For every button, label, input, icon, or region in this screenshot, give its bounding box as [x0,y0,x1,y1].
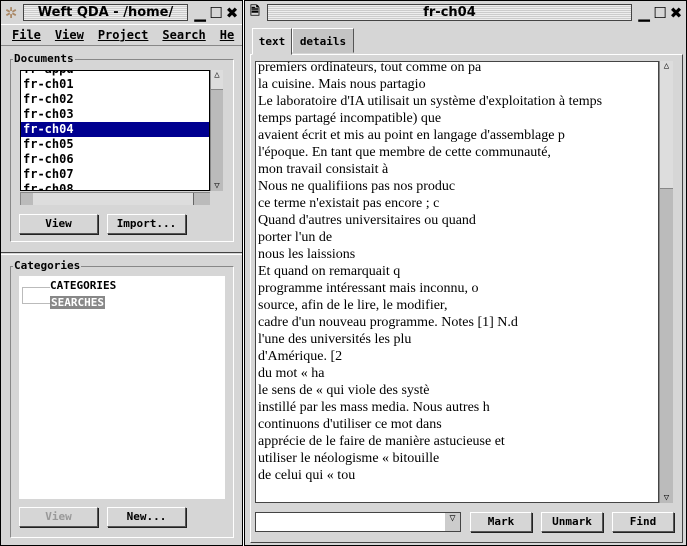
menu-view[interactable]: View [55,28,84,42]
text-line: mon travail consistait à [258,162,389,177]
text-line: porter l'un de [258,230,333,245]
document-item[interactable]: fr-ch03 [21,107,209,122]
maximize-icon[interactable]: ☐ [208,4,224,22]
view-category-button[interactable]: View [19,507,98,527]
tree-lines [22,287,50,304]
title-bar[interactable]: 🗎 fr-ch04 ▁ ☐ ✖ [245,1,686,24]
text-line: le sens de « qui viole des systè [258,383,430,398]
text-line: la cuisine. Mais nous partagio [258,77,426,92]
document-item[interactable]: fr-ch02 [21,92,209,107]
window-title: fr-ch04 [267,4,632,21]
find-button[interactable]: Find [612,512,674,532]
dropdown-arrow-icon[interactable]: ▽ [445,513,460,531]
document-item[interactable]: fr-ch05 [21,137,209,152]
menu-project[interactable]: Project [98,28,149,42]
text-line: instillé par les mass media. Nous autres… [258,400,490,415]
categories-tree[interactable]: CATEGORIES SEARCHES [19,276,225,499]
mark-button[interactable]: Mark [470,512,532,532]
document-item[interactable]: fr-appd [21,71,209,77]
text-line: continuons d'utiliser ce mot dans [258,417,442,432]
text-line: d'Amérique. [2 [258,349,343,364]
text-line: ce terme n'existait pas encore ; c [258,196,440,211]
app-icon[interactable]: ✲ [3,4,19,22]
text-line: nous les laissions [258,247,356,262]
maximize-icon[interactable]: ☐ [652,4,668,22]
tab-text[interactable]: text [252,28,292,55]
categories-label: Categories [13,259,82,272]
tree-item-categories[interactable]: CATEGORIES [50,279,116,292]
tab-details[interactable]: details [292,28,354,53]
right-window: 🗎 fr-ch04 ▁ ☐ ✖ text details premiers or… [244,0,687,546]
document-item[interactable]: fr-ch01 [21,77,209,92]
tree-item-searches[interactable]: SEARCHES [50,296,105,309]
text-line: temps partagé incompatible) que [258,111,442,126]
text-line: Et quand on remarquait q [258,264,401,279]
document-item[interactable]: fr-ch07 [21,167,209,182]
close-icon[interactable]: ✖ [668,4,684,22]
left-window: ✲ Weft QDA - /home/ ▁ ☐ ✖ File View Projec… [0,0,243,546]
menu-help[interactable]: He [220,28,234,42]
minimize-icon[interactable]: ▁ [636,4,652,22]
text-line: Nous ne qualifiions pas nos produc [258,179,456,194]
text-line: Quand d'autres universitaires ou quand [258,213,476,228]
text-line: apprécie de le faire de manière astucieu… [258,434,505,449]
text-line: Le laboratoire d'IA utilisait un système… [258,94,603,109]
text-line: premiers ordinateurs, tout comme on pa [258,61,482,75]
unmark-button[interactable]: Unmark [541,512,603,532]
text-line: du mot « ha [258,366,325,381]
new-category-button[interactable]: New... [107,507,186,527]
document-item[interactable]: fr-ch08 [21,182,209,190]
text-line: utiliser le néologisme « bitouille [258,451,440,466]
document-text[interactable]: premiers ordinateurs, tout comme on pa la… [255,61,659,503]
document-item[interactable]: fr-ch06 [21,152,209,167]
import-button[interactable]: Import... [107,214,186,234]
pane-divider[interactable] [1,252,242,255]
menu-file[interactable]: File [12,28,41,42]
documents-label: Documents [13,52,75,65]
text-line: avaient écrit et mis au point en langage… [258,128,565,143]
close-icon[interactable]: ✖ [224,4,240,22]
text-line: cadre d'un nouveau programme. Notes [1] … [258,315,518,330]
text-line: source, afin de le lire, le modifier, [258,298,448,313]
menu-bar: File View Project Search He [1,24,242,46]
minimize-icon[interactable]: ▁ [192,4,208,22]
menu-search[interactable]: Search [162,28,205,42]
search-combobox[interactable]: ▽ [255,512,461,532]
text-line: de celui qui « tou [258,468,356,483]
view-document-button[interactable]: View [19,214,98,234]
documents-vscrollbar[interactable]: △ ▽ [210,70,223,191]
window-title: Weft QDA - /home/ [23,4,188,21]
text-line: l'une des universités les plu [258,332,412,347]
text-line: l'époque. En tant que membre de cette co… [258,145,551,160]
documents-hscrollbar[interactable] [20,192,210,205]
documents-list[interactable]: fr-appdfr-ch01fr-ch02fr-ch03fr-ch04fr-ch… [20,70,210,191]
title-bar[interactable]: ✲ Weft QDA - /home/ ▁ ☐ ✖ [1,1,242,24]
text-vscrollbar[interactable]: △ ▽ [659,61,673,503]
text-line: programme intéressant mais inconnu, o [258,281,479,296]
document-icon[interactable]: 🗎 [247,2,263,23]
document-item[interactable]: fr-ch04 [21,122,209,137]
